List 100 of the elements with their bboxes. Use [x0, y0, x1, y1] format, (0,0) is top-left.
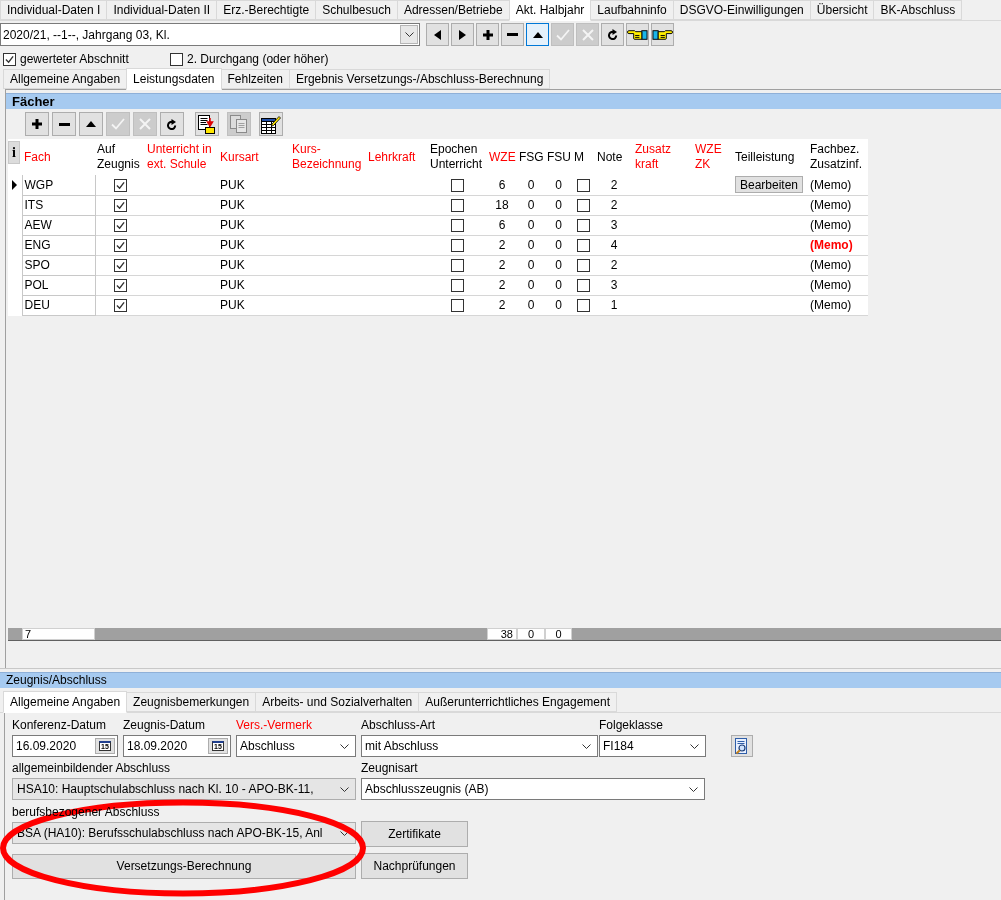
section-combobox[interactable]: 2020/21, --1--, Jahrgang 03, Kl.	[0, 23, 420, 46]
combobox[interactable]: Abschluss	[236, 735, 356, 757]
field-label: allgemeinbildender Abschluss	[12, 761, 172, 775]
table-cell: 6	[487, 215, 517, 235]
hand-left-button[interactable]	[626, 23, 649, 46]
checkbox[interactable]	[113, 259, 127, 273]
column-header: Kurs-Bezeichnung	[290, 139, 366, 175]
next-button[interactable]	[451, 23, 474, 46]
column-header: Zusatz kraft	[633, 139, 693, 175]
document-search-button[interactable]	[731, 735, 753, 757]
remove-button[interactable]	[52, 112, 76, 136]
combobox[interactable]: mit Abschluss	[361, 735, 598, 757]
document-search-icon	[734, 737, 750, 755]
checkbox[interactable]	[577, 199, 590, 213]
minus-icon	[58, 122, 70, 126]
table-cell: 0	[517, 195, 545, 215]
checkbox[interactable]	[577, 219, 590, 233]
table-cell: 0	[517, 175, 545, 195]
checkbox[interactable]	[577, 178, 590, 192]
tab[interactable]: Leistungsdaten	[126, 68, 222, 90]
tab[interactable]: Akt. Halbjahr	[508, 0, 592, 21]
tab[interactable]: Übersicht	[809, 0, 875, 20]
tab[interactable]: Allgemeine Angaben	[3, 691, 128, 713]
hand-right-button[interactable]	[651, 23, 674, 46]
tab[interactable]: Adressen/Betriebe	[396, 0, 510, 20]
table-cell: 0	[517, 215, 545, 235]
checkbox[interactable]	[170, 52, 183, 66]
table-cell: ITS	[22, 195, 95, 215]
field-label: Zeugnis-Datum	[123, 718, 207, 732]
remove-button[interactable]	[501, 23, 524, 46]
column-header: WZE ZK	[693, 139, 733, 175]
tab[interactable]: DSGVO-Einwilligungen	[672, 0, 811, 20]
tab[interactable]: Zeugnisbemerkungen	[126, 692, 257, 712]
tab[interactable]: Schulbesuch	[315, 0, 398, 20]
document-arrow-icon	[198, 114, 216, 134]
add-button[interactable]	[476, 23, 499, 46]
move-up-button[interactable]	[79, 112, 103, 136]
move-up-button[interactable]	[526, 23, 549, 46]
info-button[interactable]: i	[8, 141, 20, 164]
tab[interactable]: Fehlzeiten	[220, 69, 290, 89]
checkbox[interactable]	[451, 199, 464, 213]
table-cell: PUK	[218, 235, 290, 255]
checkbox[interactable]	[451, 219, 464, 233]
tab[interactable]: Außerunterrichtliches Engagement	[418, 692, 618, 712]
tab[interactable]: BK-Abschluss	[873, 0, 963, 20]
refresh-button[interactable]	[160, 112, 184, 136]
calculation-button[interactable]: Versetzungs-Berechnung	[12, 853, 356, 879]
checkbox[interactable]	[3, 52, 16, 66]
checkbox[interactable]	[577, 279, 590, 293]
checkbox[interactable]	[577, 239, 590, 253]
column-header: FSG	[517, 139, 545, 175]
checkbox[interactable]	[113, 219, 127, 233]
table-cell: DEU	[22, 295, 95, 315]
checkbox[interactable]	[451, 299, 464, 313]
checkbox[interactable]	[451, 259, 464, 273]
combobox[interactable]: FI184	[599, 735, 706, 757]
table-cell: 2	[487, 235, 517, 255]
checkbox[interactable]	[113, 239, 127, 253]
triangle-up-icon	[532, 31, 543, 38]
table-edit-button[interactable]	[259, 112, 283, 136]
summary-cell: 0	[545, 628, 572, 640]
checkbox[interactable]	[113, 299, 127, 313]
table-cell: 6	[487, 175, 517, 195]
chevron-down-icon	[404, 32, 414, 37]
checkbox[interactable]	[451, 178, 464, 192]
checkbox[interactable]	[577, 299, 590, 313]
certificates-button[interactable]: Zertifikate	[361, 821, 468, 847]
tab[interactable]: Ergebnis Versetzungs-/Abschluss-Berechnung	[288, 69, 551, 89]
cross-icon	[581, 28, 594, 41]
table-cell: (Memo)	[808, 235, 868, 255]
table-cell: WGP	[22, 175, 95, 195]
summary-cell: 7	[22, 628, 95, 640]
checkbox[interactable]	[113, 178, 127, 192]
plus-icon	[32, 119, 42, 129]
checkbox[interactable]	[577, 259, 590, 273]
refresh-button[interactable]	[601, 23, 624, 46]
checkbox[interactable]	[113, 199, 127, 213]
tab[interactable]: Individual-Daten II	[106, 0, 218, 20]
retake-exams-button[interactable]: Nachprüfungen	[361, 853, 468, 879]
table-cell: PUK	[218, 255, 290, 275]
combobox[interactable]: Abschlusszeugnis (AB)	[361, 778, 705, 800]
tab[interactable]: Laufbahninfo	[590, 0, 674, 20]
table-cell: 3	[595, 215, 633, 235]
table-cell: 2	[595, 195, 633, 215]
edit-button[interactable]: Bearbeiten	[735, 176, 804, 194]
tab[interactable]: Individual-Daten I	[0, 0, 108, 20]
add-button[interactable]	[25, 112, 49, 136]
previous-button[interactable]	[426, 23, 449, 46]
import-button[interactable]	[195, 112, 219, 136]
checkbox-label: gewerteter Abschnitt	[20, 52, 129, 66]
table-cell: POL	[22, 275, 95, 295]
cross-icon	[139, 118, 151, 130]
checkbox[interactable]	[451, 239, 464, 253]
dropdown-list[interactable]: HSA10: Hauptschulabschluss nach Kl. 10 - APO-BK-11,	[12, 778, 356, 800]
checkbox[interactable]	[113, 279, 127, 293]
tab[interactable]: Allgemeine Angaben	[3, 69, 128, 89]
tab[interactable]: Erz.-Berechtigte	[216, 0, 317, 20]
tab[interactable]: Arbeits- und Sozialverhalten	[255, 692, 420, 712]
dropdown-button[interactable]	[400, 25, 418, 44]
checkbox[interactable]	[451, 279, 464, 293]
